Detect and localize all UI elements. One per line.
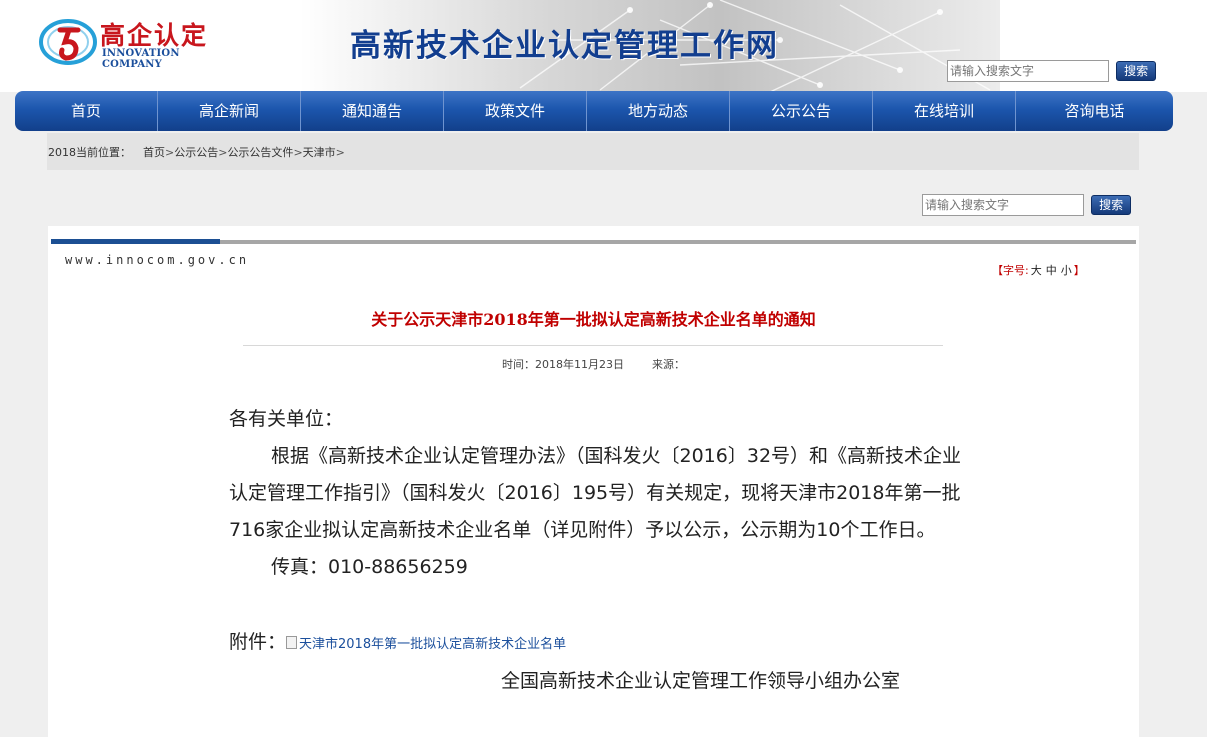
logo-text: 高企认定: [100, 21, 209, 50]
article-body: 各有关单位： 根据《高新技术企业认定管理办法》（国科发火〔2016〕32号）和《…: [229, 401, 969, 700]
article-salutation: 各有关单位：: [229, 408, 344, 430]
breadcrumb: 2018当前位置： 首页>公示公告>公示公告文件>天津市>: [48, 144, 345, 160]
breadcrumb-separator: >: [293, 146, 303, 159]
article-signature: 全国高新技术企业认定管理工作领导小组办公室: [501, 670, 901, 692]
breadcrumb-separator: >: [335, 146, 345, 159]
breadcrumb-lead: 2018当前位置：: [48, 146, 131, 159]
nav-item-notices[interactable]: 通知通告: [301, 91, 444, 131]
article-attachment: 附件： 天津市2018年第一批拟认定高新技术企业名单: [229, 624, 969, 663]
article-paragraph: 根据《高新技术企业认定管理办法》（国科发火〔2016〕32号）和《高新技术企业认…: [229, 445, 962, 541]
logo-mark-icon: [39, 19, 97, 65]
article-top-rule-accent: [51, 239, 220, 244]
title-divider: [243, 345, 943, 346]
breadcrumb-link-announcement-files[interactable]: 公示公告文件: [227, 146, 293, 159]
article-fax: 传真：010-88656259: [271, 556, 468, 578]
content-search: 搜索: [922, 194, 1132, 216]
breadcrumb-link-announcements[interactable]: 公示公告: [174, 146, 218, 159]
nav-item-hotline[interactable]: 咨询电话: [1016, 91, 1173, 131]
nav-item-policies[interactable]: 政策文件: [444, 91, 587, 131]
article-time: 时间：2018年11月23日: [502, 358, 624, 371]
article-source: 来源：: [652, 358, 685, 371]
font-size-close: 】: [1073, 264, 1085, 277]
article-meta: 时间：2018年11月23日 来源：: [48, 356, 1139, 372]
logo-subtitle: INNOVATION COMPANY: [102, 48, 180, 70]
breadcrumb-link-home[interactable]: 首页: [143, 146, 165, 159]
logo[interactable]: 高企认定 INNOVATION COMPANY: [38, 12, 238, 70]
content-search-input[interactable]: [922, 194, 1084, 216]
nav-item-local-news[interactable]: 地方动态: [587, 91, 730, 131]
font-size-small[interactable]: 小: [1061, 264, 1072, 277]
attachment-label: 附件：: [229, 631, 287, 653]
breadcrumb-link-tianjin[interactable]: 天津市: [303, 146, 336, 159]
breadcrumb-bar: 2018当前位置： 首页>公示公告>公示公告文件>天津市>: [47, 133, 1139, 170]
header-search-input[interactable]: [947, 60, 1109, 82]
font-size-open: 【字号:: [992, 264, 1029, 277]
content-search-button[interactable]: 搜索: [1091, 195, 1132, 215]
article-top-rule: [51, 239, 1136, 244]
main-nav: 首页 高企新闻 通知通告 政策文件 地方动态 公示公告 在线培训 咨询电话: [15, 91, 1173, 131]
font-size-control: 【字号: 大中小】: [992, 262, 1085, 278]
font-size-medium[interactable]: 中: [1046, 264, 1057, 277]
article-top-rule-track: [220, 240, 1136, 244]
nav-item-announcements[interactable]: 公示公告: [730, 91, 873, 131]
broken-image-icon: [286, 636, 298, 649]
attachment-link[interactable]: 天津市2018年第一批拟认定高新技术企业名单: [299, 637, 566, 652]
header-search: 搜索: [947, 60, 1157, 82]
breadcrumb-separator: >: [165, 146, 175, 159]
site-domain: www.innocom.gov.cn: [65, 253, 250, 267]
font-size-large[interactable]: 大: [1031, 264, 1042, 277]
header-search-button[interactable]: 搜索: [1116, 61, 1157, 81]
article-panel: www.innocom.gov.cn 【字号: 大中小】 关于公示天津市2018年…: [48, 226, 1139, 737]
article-title: 关于公示天津市2018年第一批拟认定高新技术企业名单的通知: [371, 310, 816, 329]
site-title: 高新技术企业认定管理工作网: [350, 28, 779, 64]
nav-item-home[interactable]: 首页: [15, 91, 158, 131]
nav-item-training[interactable]: 在线培训: [873, 91, 1016, 131]
site-header: 高企认定 INNOVATION COMPANY 高新技术企业认定管理工作网 搜索: [0, 0, 1207, 92]
nav-item-news[interactable]: 高企新闻: [158, 91, 301, 131]
